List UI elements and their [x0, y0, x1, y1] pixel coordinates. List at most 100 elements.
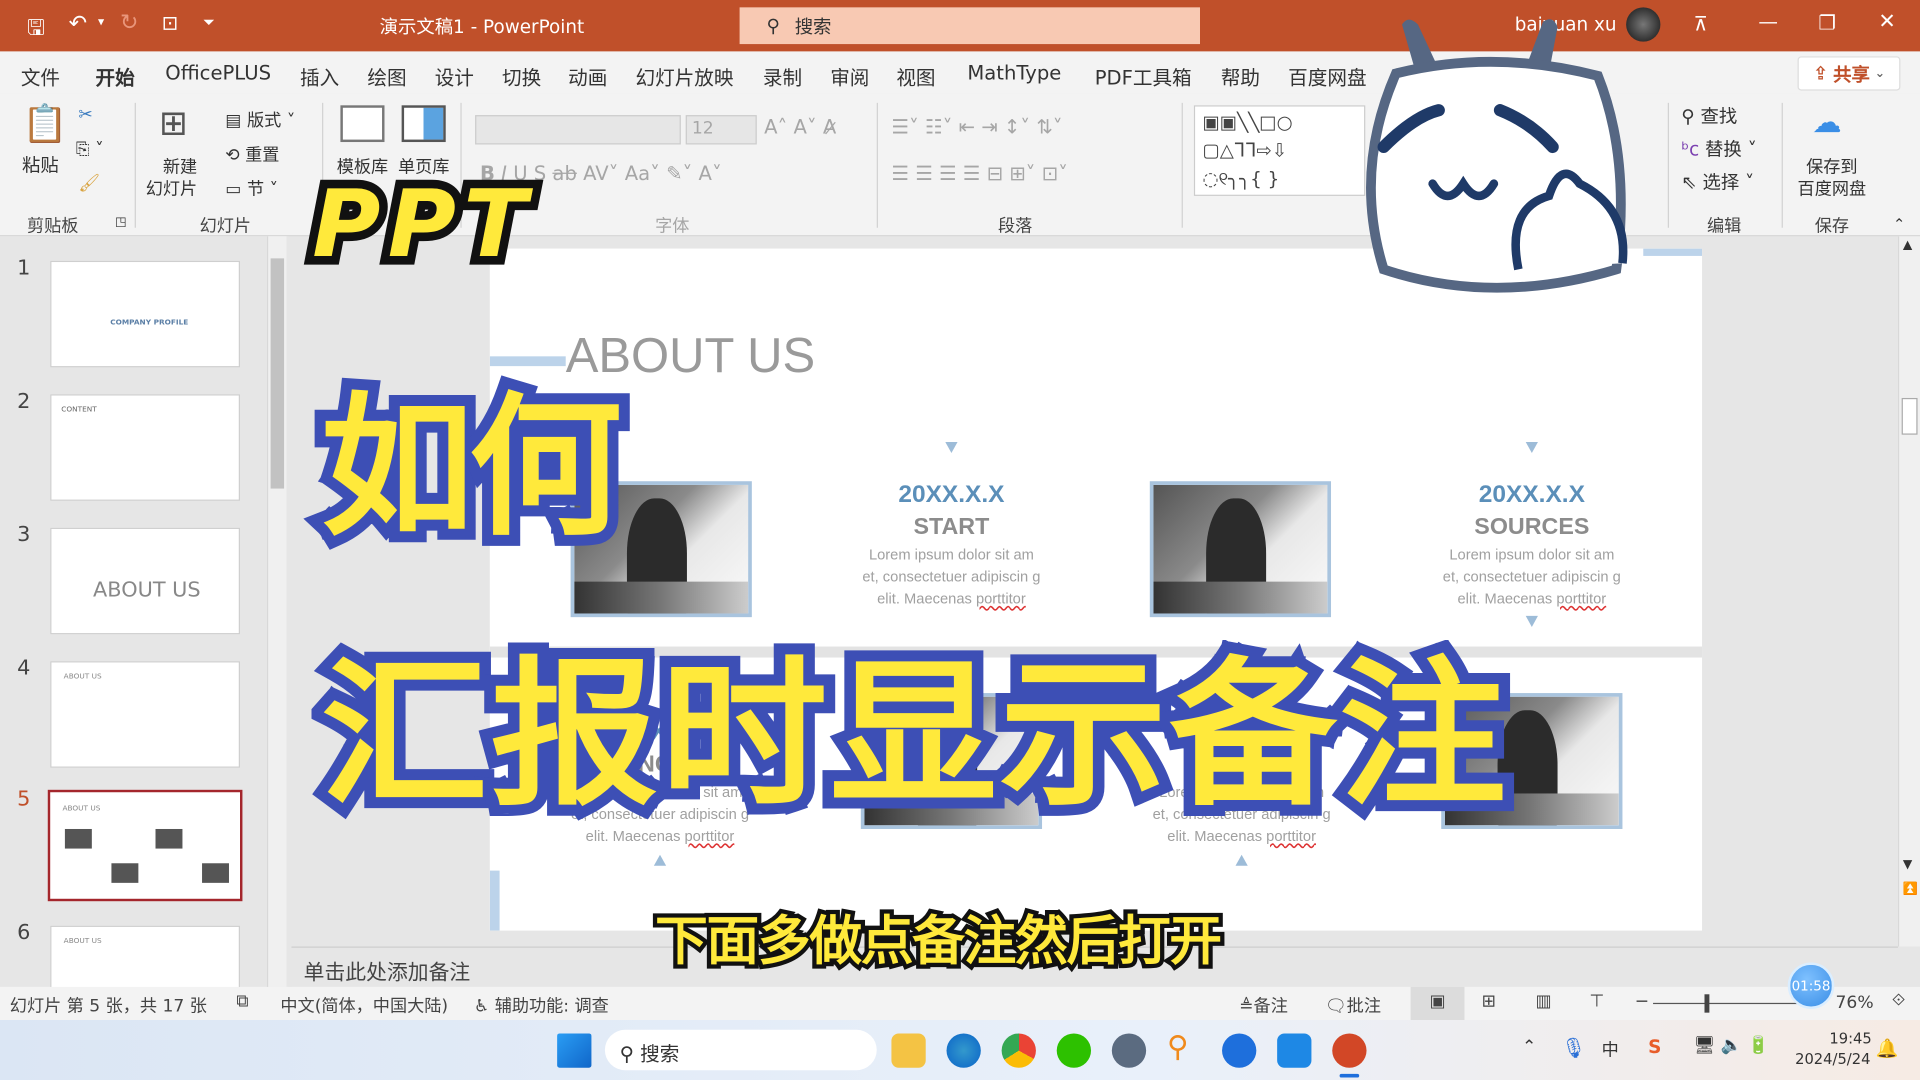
slide-scrollbar[interactable]: ▲ ▼ ⏫ — [1897, 236, 1920, 947]
accessibility-status[interactable]: ♿ 辅助功能: 调查 — [474, 993, 609, 1017]
customize-toolbar-icon[interactable]: ⏷ — [203, 13, 215, 31]
tab-view[interactable]: 视图 — [896, 61, 935, 90]
fit-slide-icon[interactable]: ⟐ — [1892, 991, 1906, 1011]
zoom-level[interactable]: 76% — [1836, 993, 1874, 1013]
tab-draw[interactable]: 绘图 — [367, 61, 406, 90]
normal-view-button[interactable]: ▣ — [1410, 986, 1465, 1021]
replace-button[interactable]: ᵇc 替换 ˅ — [1681, 136, 1757, 162]
save-to-netdisk-line1[interactable]: 保存到 — [1806, 154, 1857, 178]
slideshow-button[interactable]: ⊤ — [1589, 992, 1604, 1012]
chrome-icon[interactable] — [1001, 1033, 1036, 1068]
notes-toggle-button[interactable]: ≜备注 — [1239, 993, 1288, 1017]
undo-dropdown-icon[interactable]: ▾ — [98, 16, 104, 29]
zoom-slider-thumb[interactable] — [1704, 994, 1710, 1013]
present-icon[interactable]: ⊡ — [162, 11, 178, 34]
new-slide-label-1[interactable]: 新建 — [163, 154, 197, 178]
dialog-launcher-icon[interactable]: ◳ — [115, 216, 127, 229]
search-tool-icon[interactable]: ⚲ — [1167, 1030, 1201, 1064]
comments-button[interactable]: 🗨批注 — [1325, 993, 1381, 1017]
app-icon[interactable] — [1222, 1033, 1257, 1068]
close-button[interactable]: ✕ — [1878, 10, 1895, 34]
reading-view-button[interactable]: ▥ — [1536, 992, 1552, 1012]
wechat-icon[interactable] — [1056, 1033, 1092, 1068]
windows-start-icon[interactable] — [557, 1033, 592, 1068]
slide-thumbnail[interactable]: ABOUT US — [50, 661, 241, 768]
ime-indicator[interactable]: 中 — [1602, 1037, 1619, 1061]
search-box[interactable]: ⚲ 搜索 — [739, 7, 1201, 45]
collapse-ribbon-icon[interactable]: ⌃ — [1893, 216, 1905, 233]
redo-icon[interactable]: ↻ — [120, 10, 138, 36]
cut-icon[interactable]: ✂ — [78, 105, 92, 125]
tab-home[interactable]: 开始 — [95, 61, 135, 100]
font-name-select[interactable] — [475, 115, 681, 145]
paste-icon[interactable]: 📋 — [22, 103, 68, 146]
sogou-icon[interactable]: S — [1648, 1036, 1661, 1058]
messaging-app-icon[interactable] — [1277, 1033, 1312, 1068]
spellcheck-icon[interactable]: ⧉ — [236, 992, 248, 1012]
paste-button[interactable]: 粘贴 — [22, 152, 59, 178]
save-to-netdisk-line2[interactable]: 百度网盘 — [1798, 176, 1867, 200]
shapes-gallery[interactable]: ▣▣╲╲□○ ▢△ᒣᒣ⇨⇩ ◌୧╮╮{ } — [1193, 105, 1366, 196]
page-library-icon[interactable] — [401, 105, 446, 143]
copy-icon[interactable]: ⎘ ˅ — [76, 140, 104, 160]
restore-button[interactable]: ❐ — [1818, 11, 1836, 34]
reset-button[interactable]: ⟲ 重置 — [225, 142, 279, 166]
tab-design[interactable]: 设计 — [435, 61, 474, 90]
new-slide-label-2[interactable]: 幻灯片 — [146, 176, 197, 200]
edge-icon[interactable] — [946, 1033, 981, 1068]
layout-button[interactable]: ▤ 版式 ˅ — [225, 108, 295, 132]
select-button[interactable]: ⇖ 选择 ˅ — [1681, 169, 1754, 195]
notes-placeholder[interactable]: 单击此处添加备注 — [304, 961, 471, 985]
ribbon-display-icon[interactable]: ⊼ — [1693, 12, 1707, 35]
format-painter-icon[interactable]: 🖌 — [78, 174, 100, 194]
statue-image[interactable] — [1149, 481, 1332, 618]
list-buttons[interactable]: ☰˅ ☷˅ ⇤ ⇥ ↕˅ ⇅˅ — [891, 115, 1062, 138]
find-button[interactable]: ⚲ 查找 — [1681, 103, 1737, 129]
save-icon[interactable]: 🖫 — [27, 12, 45, 48]
show-hidden-icons[interactable]: ⌃ — [1522, 1037, 1536, 1057]
template-library-icon[interactable] — [340, 105, 385, 143]
tab-review[interactable]: 审阅 — [830, 61, 869, 90]
undo-icon[interactable]: ↶ — [69, 11, 87, 37]
tab-slideshow[interactable]: 幻灯片放映 — [636, 61, 734, 90]
slide-thumbnail[interactable]: CONTENT — [50, 394, 241, 501]
taskbar-search[interactable]: ⚲ 搜索 — [604, 1029, 877, 1071]
slide-thumbnail[interactable]: ABOUT US — [50, 527, 241, 635]
slide-thumbnail-selected[interactable]: ABOUT US — [47, 789, 243, 902]
tab-record[interactable]: 录制 — [763, 61, 802, 90]
zoom-slider[interactable] — [1653, 1002, 1801, 1005]
network-volume-battery-icons[interactable]: 🖥 🔈 🔋 — [1693, 1036, 1768, 1056]
thumbnail-scrollbar[interactable] — [266, 236, 287, 987]
font-size-select[interactable]: 12 — [685, 115, 757, 145]
baidu-netdisk-icon[interactable]: ☁ — [1812, 105, 1841, 139]
settings-icon[interactable] — [1111, 1033, 1147, 1068]
scroll-up-icon[interactable]: ▲ — [1903, 239, 1912, 252]
font-size-buttons[interactable]: A˄ A˅ A̷ — [764, 115, 836, 138]
tab-transitions[interactable]: 切换 — [502, 61, 541, 90]
clock-time[interactable]: 19:45 — [1829, 1030, 1871, 1047]
minimize-button[interactable]: — — [1758, 10, 1778, 33]
zoom-out-button[interactable]: − — [1635, 992, 1649, 1012]
tab-pdf-tools[interactable]: PDF工具箱 — [1095, 61, 1192, 90]
powerpoint-taskbar-icon[interactable] — [1332, 1033, 1367, 1068]
clock-date[interactable]: 2024/5/24 — [1795, 1051, 1870, 1068]
scroll-down-icon[interactable]: ▼ — [1903, 858, 1912, 871]
align-buttons[interactable]: ☰ ☰ ☰ ☰ ⊟ ⊞˅ ⊡˅ — [891, 162, 1067, 185]
slide-sorter-button[interactable]: ⊞ — [1482, 992, 1496, 1012]
file-explorer-icon[interactable] — [891, 1033, 926, 1068]
language-status[interactable]: 中文(简体，中国大陆) — [280, 993, 448, 1017]
microphone-icon[interactable]: 🎙 — [1561, 1036, 1586, 1059]
scrollbar-thumb[interactable] — [270, 258, 285, 489]
tab-help[interactable]: 帮助 — [1221, 61, 1260, 90]
notification-bell-icon[interactable]: 🔔 — [1876, 1037, 1899, 1059]
tab-animations[interactable]: 动画 — [568, 61, 607, 90]
tab-insert[interactable]: 插入 — [300, 61, 339, 90]
tab-officeplus[interactable]: OfficePLUS — [165, 61, 271, 84]
new-slide-icon[interactable]: ⊞ — [159, 103, 188, 143]
tab-file[interactable]: 文件 — [21, 61, 60, 90]
section-button[interactable]: ▭ 节 ˅ — [225, 176, 278, 200]
tab-mathtype[interactable]: MathType — [967, 61, 1061, 84]
slide-thumbnail[interactable]: COMPANY PROFILE — [50, 260, 241, 368]
previous-slide-icon[interactable]: ⏫ — [1903, 883, 1918, 896]
scrollbar-thumb[interactable] — [1901, 397, 1918, 435]
